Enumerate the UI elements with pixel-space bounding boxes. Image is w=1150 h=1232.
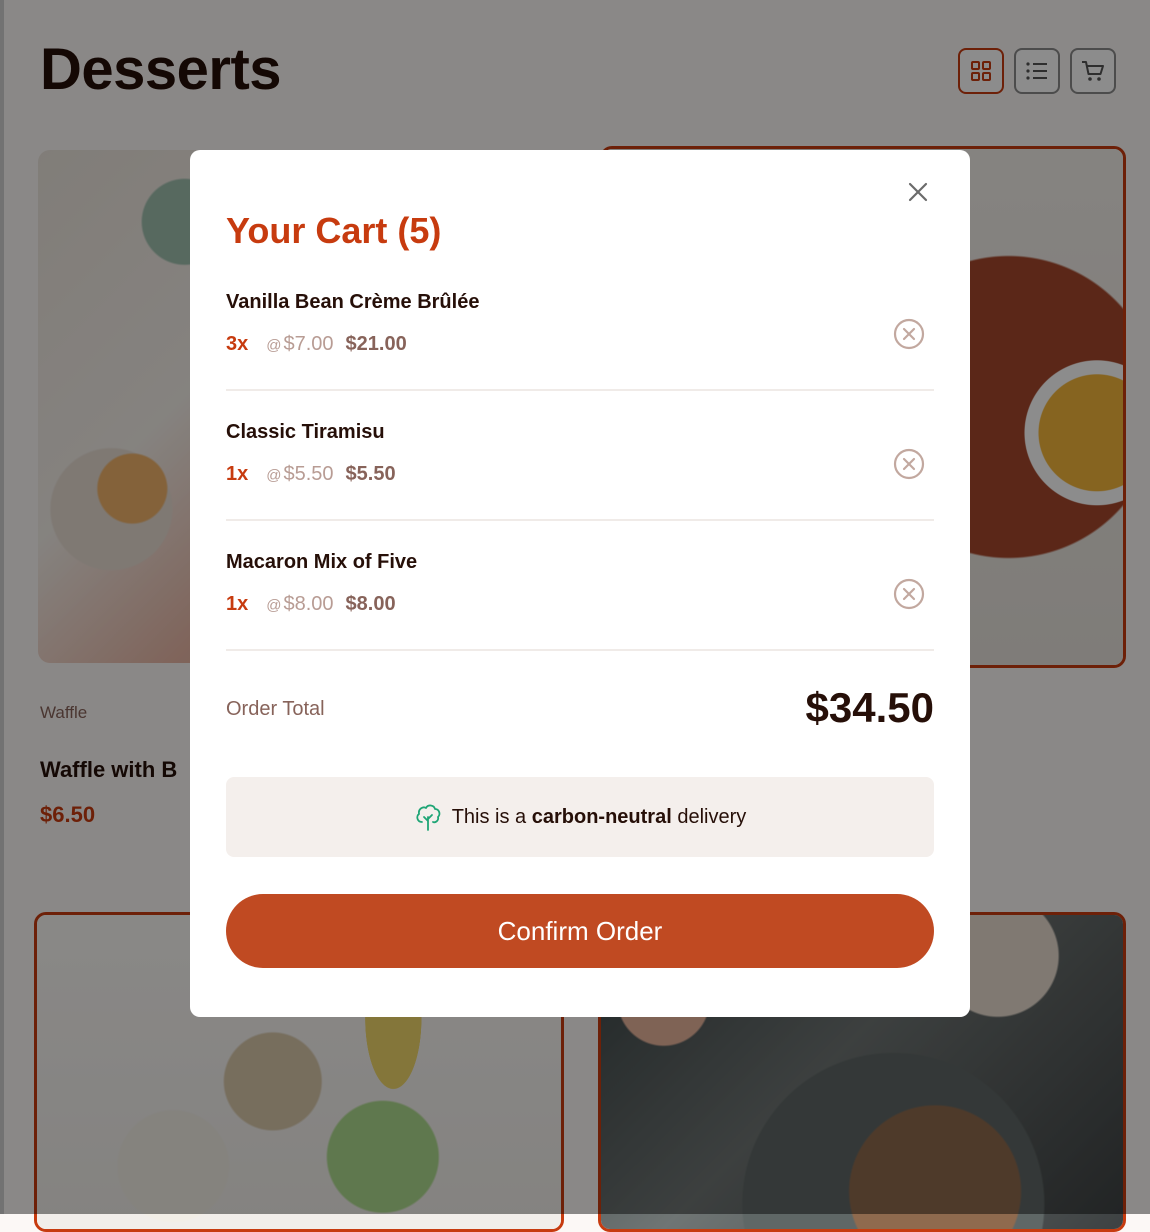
remove-item-button[interactable] (892, 447, 926, 481)
item-unit-price: $8.00 (283, 593, 334, 615)
order-total-row: Order Total $34.50 (226, 680, 934, 740)
remove-circle-icon (893, 448, 925, 480)
remove-item-button[interactable] (892, 317, 926, 351)
remove-circle-icon (893, 578, 925, 610)
carbon-neutral-text: This is a carbon-neutral delivery (451, 805, 747, 828)
at-symbol: @ (266, 337, 282, 354)
at-symbol: @ (266, 467, 282, 484)
item-line-total: $21.00 (345, 333, 407, 355)
item-name: Macaron Mix of Five (226, 551, 418, 573)
item-name: Vanilla Bean Crème Brûlée (226, 291, 480, 313)
cart-title: Your Cart (5) (226, 210, 442, 251)
cart-modal: Your Cart (5) Vanilla Bean Crème Brûlée … (190, 150, 970, 1017)
order-total-value: $34.50 (805, 684, 934, 731)
item-quantity: 1x (226, 463, 249, 485)
item-line-total: $8.00 (345, 593, 396, 615)
item-quantity: 3x (226, 333, 249, 355)
close-icon (908, 182, 928, 202)
item-name: Classic Tiramisu (226, 421, 385, 443)
carbon-neutral-notice: This is a carbon-neutral delivery (226, 777, 934, 857)
item-line-total: $5.50 (345, 463, 396, 485)
cart-item-list: Vanilla Bean Crème Brûlée 3x @ $7.00 $21… (226, 261, 934, 651)
cart-item: Classic Tiramisu 1x @ $5.50 $5.50 (226, 391, 934, 521)
item-unit-price: $5.50 (283, 463, 334, 485)
item-quantity: 1x (226, 593, 249, 615)
cart-item: Vanilla Bean Crème Brûlée 3x @ $7.00 $21… (226, 261, 934, 391)
close-button[interactable] (903, 177, 933, 207)
remove-circle-icon (893, 318, 925, 350)
remove-item-button[interactable] (892, 577, 926, 611)
item-meta: 1x @ $5.50 $5.50 (226, 463, 396, 486)
item-meta: 3x @ $7.00 $21.00 (226, 333, 407, 356)
at-symbol: @ (266, 597, 282, 614)
cart-item: Macaron Mix of Five 1x @ $8.00 $8.00 (226, 521, 934, 651)
item-meta: 1x @ $8.00 $8.00 (226, 593, 396, 616)
tree-icon (416, 804, 441, 831)
order-total-label: Order Total (226, 698, 325, 720)
item-unit-price: $7.00 (283, 333, 334, 355)
confirm-order-button[interactable]: Confirm Order (226, 894, 934, 968)
